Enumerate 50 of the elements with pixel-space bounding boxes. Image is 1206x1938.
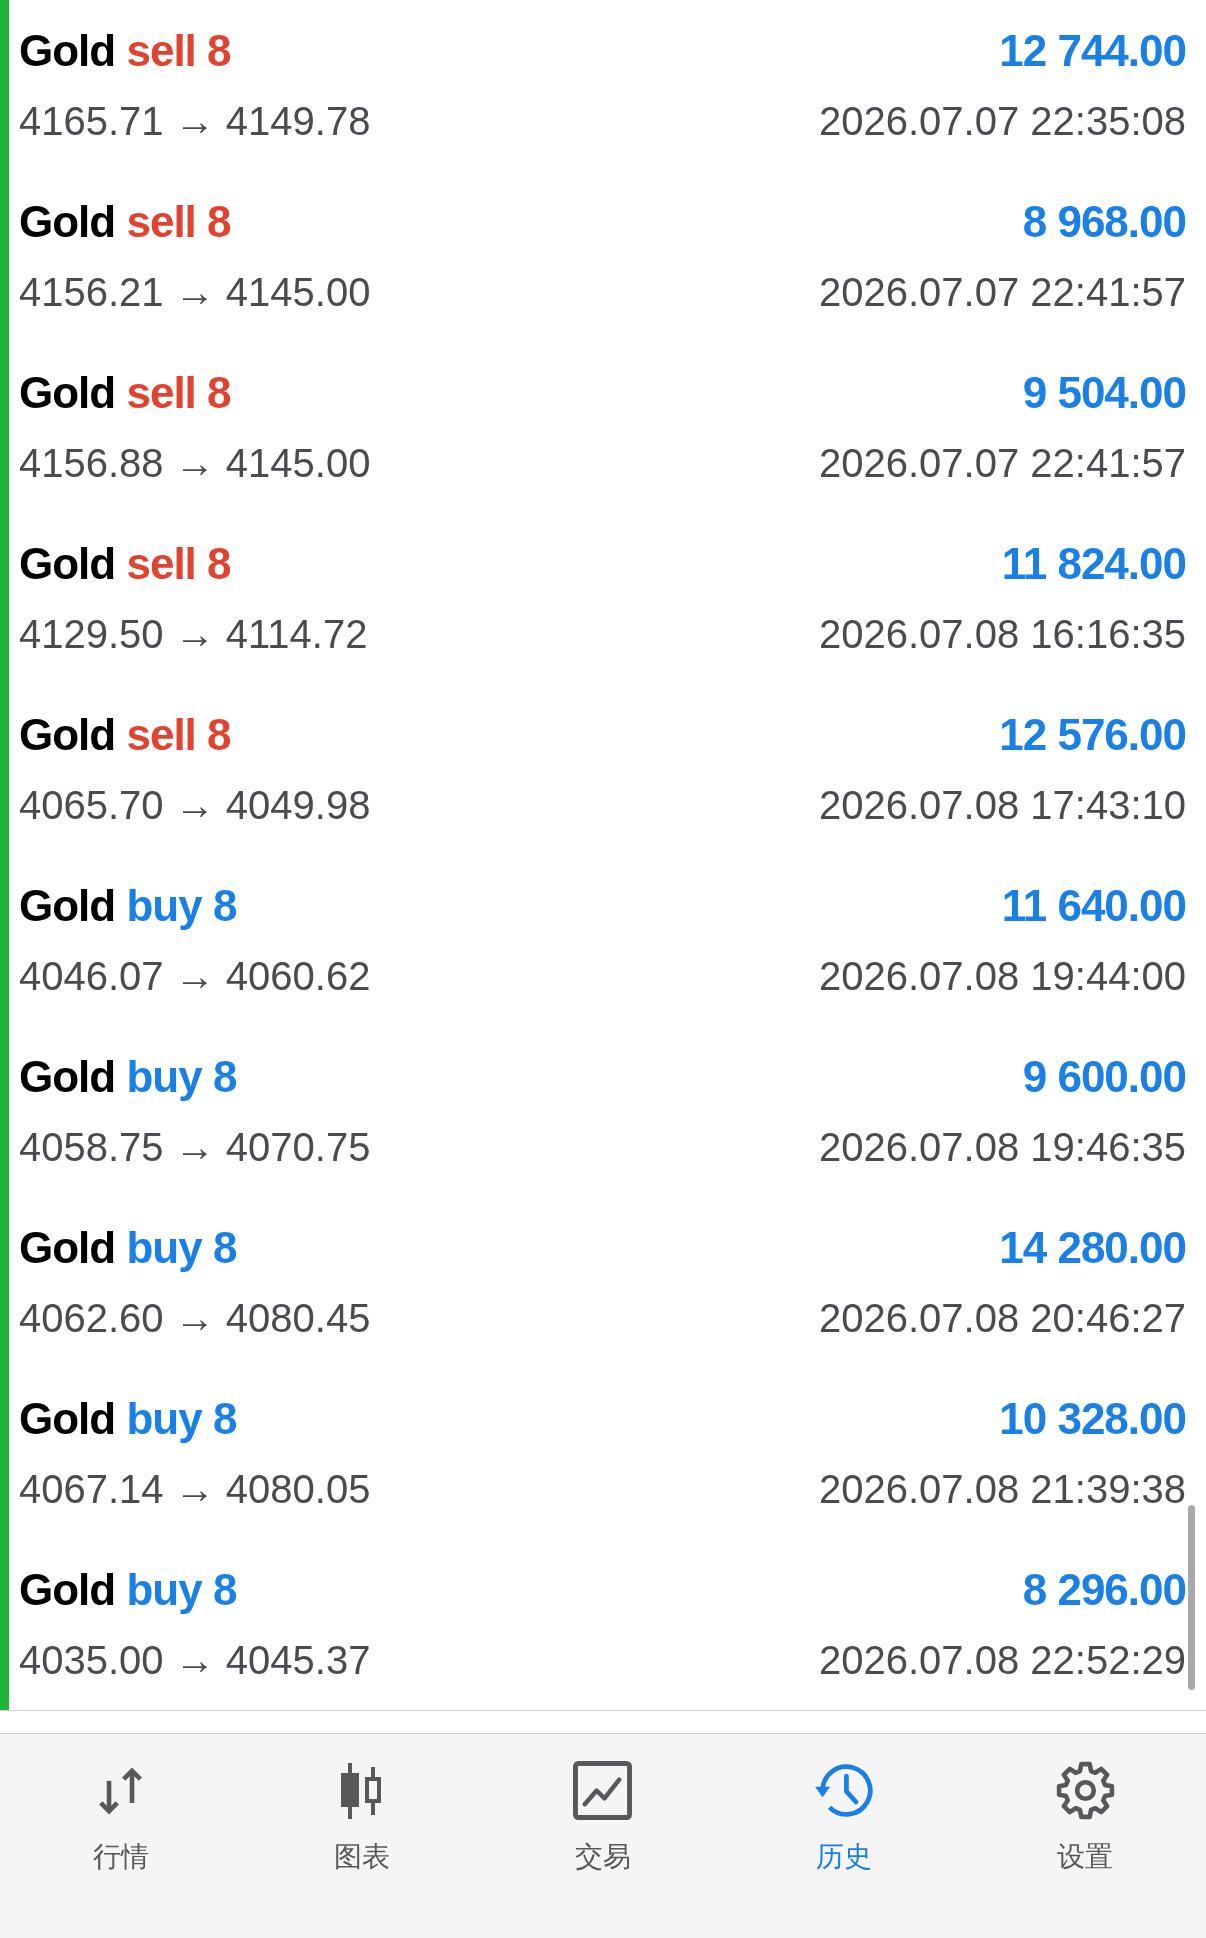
profit-amount: 11 640.00 <box>1001 879 1186 932</box>
profit-amount: 9 600.00 <box>1022 1050 1186 1103</box>
profit-amount: 8 968.00 <box>1022 195 1186 248</box>
profit-amount: 11 824.00 <box>1001 537 1186 590</box>
close-time: 2026.07.08 16:16:35 <box>819 611 1186 658</box>
close-time: 2026.07.08 22:52:29 <box>819 1637 1186 1684</box>
nav-tab[interactable]: 图表 <box>323 1761 400 1874</box>
price-range: 4067.14 → 4080.05 <box>19 1466 371 1513</box>
close-time: 2026.07.07 22:41:57 <box>819 269 1186 316</box>
trade-title: Gold sell 8 <box>19 24 231 77</box>
price-range: 4156.21 → 4145.00 <box>19 269 371 316</box>
profit-amount: 10 328.00 <box>999 1392 1186 1445</box>
close-time: 2026.07.07 22:41:57 <box>819 440 1186 487</box>
close-time: 2026.07.08 21:39:38 <box>819 1466 1186 1513</box>
trade-title: Gold buy 8 <box>19 1221 237 1274</box>
price-range: 4165.71 → 4149.78 <box>19 98 371 145</box>
candlestick-icon <box>339 1762 384 1819</box>
trade-title: Gold sell 8 <box>19 537 231 590</box>
price-range: 4046.07 → 4060.62 <box>19 953 371 1000</box>
trade-title: Gold buy 8 <box>19 1392 237 1445</box>
nav-tab[interactable]: 行情 <box>82 1761 159 1874</box>
trade-title: Gold buy 8 <box>19 879 237 932</box>
history-clock-icon <box>814 1761 874 1820</box>
up-down-arrows-icon <box>97 1765 144 1816</box>
nav-tab[interactable]: 交易 <box>563 1761 643 1874</box>
close-time: 2026.07.07 22:35:08 <box>819 98 1186 145</box>
trade-title: Gold sell 8 <box>19 366 231 419</box>
price-range: 4156.88 → 4145.00 <box>19 440 371 487</box>
profit-amount: 12 576.00 <box>999 708 1186 761</box>
profit-amount: 8 296.00 <box>1022 1563 1186 1616</box>
nav-tab[interactable]: 设置 <box>1045 1761 1125 1874</box>
close-time: 2026.07.08 19:44:00 <box>819 953 1186 1000</box>
price-range: 4035.00 → 4045.37 <box>19 1637 371 1684</box>
price-range: 4058.75 → 4070.75 <box>19 1124 371 1171</box>
close-time: 2026.07.08 19:46:35 <box>819 1124 1186 1171</box>
price-range: 4065.70 → 4049.98 <box>19 782 371 829</box>
profit-amount: 14 280.00 <box>999 1221 1186 1274</box>
profit-amount: 12 744.00 <box>999 24 1186 77</box>
line-chart-icon <box>573 1761 633 1820</box>
trade-title: Gold sell 8 <box>19 708 231 761</box>
close-time: 2026.07.08 17:43:10 <box>819 782 1186 829</box>
trade-title: Gold buy 8 <box>19 1563 237 1616</box>
profit-amount: 9 504.00 <box>1022 366 1186 419</box>
trade-title: Gold sell 8 <box>19 195 231 248</box>
settings-icon <box>1055 1761 1115 1820</box>
close-time: 2026.07.08 20:46:27 <box>819 1295 1186 1342</box>
nav-tab[interactable]: 历史 <box>804 1761 884 1874</box>
price-range: 4129.50 → 4114.72 <box>19 611 368 658</box>
trade-title: Gold buy 8 <box>19 1050 237 1103</box>
price-range: 4062.60 → 4080.45 <box>19 1295 371 1342</box>
